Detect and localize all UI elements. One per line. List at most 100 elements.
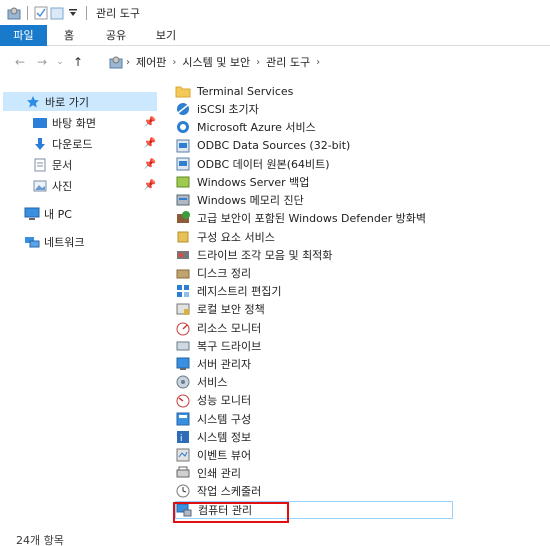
- list-item-label: 리소스 모니터: [197, 321, 262, 335]
- component-services-icon: [175, 229, 191, 245]
- tab-share[interactable]: 공유: [91, 25, 141, 46]
- memory-diagnostic-icon: [175, 192, 191, 208]
- pin-icon: 📌: [143, 117, 156, 128]
- registry-editor-icon: [175, 283, 191, 299]
- list-item[interactable]: 드라이브 조각 모음 및 최적화: [175, 246, 453, 264]
- tab-view[interactable]: 보기: [141, 25, 191, 46]
- network-icon: [24, 234, 40, 250]
- breadcrumb-separator-icon[interactable]: ›: [126, 57, 130, 68]
- forward-arrow-icon[interactable]: →: [31, 51, 53, 73]
- folder-icon: [175, 83, 191, 99]
- performance-monitor-icon: [175, 392, 191, 408]
- list-item-label: 인쇄 관리: [197, 467, 241, 481]
- control-panel-icon: [108, 54, 124, 70]
- list-item[interactable]: 인쇄 관리: [175, 464, 453, 482]
- pin-icon: 📌: [143, 180, 156, 191]
- nav-this-pc[interactable]: 내 PC: [24, 204, 156, 223]
- list-item[interactable]: Windows 메모리 진단: [175, 191, 453, 209]
- local-security-policy-icon: [175, 301, 191, 317]
- nav-downloads[interactable]: 다운로드 📌: [32, 134, 156, 153]
- list-item[interactable]: Windows Server 백업: [175, 173, 453, 191]
- list-item[interactable]: 서비스: [175, 373, 453, 391]
- odbc-icon: [175, 138, 191, 154]
- window-title: 관리 도구: [96, 6, 140, 20]
- nav-network[interactable]: 네트워크: [24, 232, 156, 251]
- list-item-label: iSCSI 초기자: [197, 103, 259, 117]
- list-item[interactable]: 서버 관리자: [175, 355, 453, 373]
- breadcrumb-system-security[interactable]: 시스템 및 보안: [182, 54, 250, 70]
- azure-services-icon: [175, 119, 191, 135]
- highlight-annotation: [173, 502, 289, 523]
- server-backup-icon: [175, 174, 191, 190]
- iscsi-icon: [175, 101, 191, 117]
- list-item[interactable]: 로컬 보안 정책: [175, 300, 453, 318]
- download-arrow-icon: [32, 136, 48, 152]
- back-arrow-icon[interactable]: ←: [9, 51, 31, 73]
- list-item-label: Windows 메모리 진단: [197, 194, 304, 208]
- breadcrumb-separator-icon[interactable]: ›: [172, 57, 176, 68]
- list-item[interactable]: 구성 요소 서비스: [175, 228, 453, 246]
- list-item[interactable]: Terminal Services: [175, 82, 453, 100]
- breadcrumb-separator-icon[interactable]: ›: [256, 57, 260, 68]
- status-item-count: 24개 항목: [16, 534, 64, 546]
- list-item-label: 작업 스케줄러: [197, 485, 262, 499]
- pin-icon: 📌: [143, 138, 156, 149]
- list-item-label: 고급 보안이 포함된 Windows Defender 방화벽: [197, 212, 427, 226]
- list-item[interactable]: iSCSI 초기자: [175, 100, 453, 118]
- nav-pictures[interactable]: 사진 📌: [32, 176, 156, 195]
- separator: [27, 5, 28, 20]
- nav-this-pc-label: 내 PC: [44, 207, 72, 221]
- nav-quick-access[interactable]: 바로 가기: [3, 92, 157, 111]
- tab-home[interactable]: 홈: [47, 25, 91, 46]
- nav-documents[interactable]: 문서 📌: [32, 155, 156, 174]
- list-item[interactable]: 리소스 모니터: [175, 319, 453, 337]
- list-item-label: Microsoft Azure 서비스: [197, 121, 316, 135]
- print-management-icon: [175, 465, 191, 481]
- nav-pictures-label: 사진: [52, 179, 73, 193]
- recent-chevron-icon[interactable]: ⌄: [53, 51, 67, 73]
- tab-file[interactable]: 파일: [0, 25, 47, 46]
- separator: [86, 5, 87, 20]
- list-item[interactable]: 이벤트 뷰어: [175, 446, 453, 464]
- new-folder-icon[interactable]: [49, 5, 65, 21]
- list-item[interactable]: ODBC 데이터 원본(64비트): [175, 155, 453, 173]
- list-item-label: Terminal Services: [197, 84, 294, 98]
- address-bar[interactable]: › 제어판 › 시스템 및 보안 › 관리 도구 ›: [108, 50, 550, 74]
- resource-monitor-icon: [175, 320, 191, 336]
- defrag-icon: [175, 247, 191, 263]
- breadcrumb-admin-tools[interactable]: 관리 도구: [266, 54, 310, 70]
- list-item-label: 구성 요소 서비스: [197, 230, 275, 244]
- list-item[interactable]: 디스크 정리: [175, 264, 453, 282]
- list-item[interactable]: 고급 보안이 포함된 Windows Defender 방화벽: [175, 209, 453, 227]
- list-item[interactable]: 시스템 구성: [175, 410, 453, 428]
- list-item[interactable]: 복구 드라이브: [175, 337, 453, 355]
- list-item[interactable]: ODBC Data Sources (32-bit): [175, 137, 453, 155]
- properties-icon[interactable]: [33, 5, 49, 21]
- document-icon: [32, 157, 48, 173]
- svg-text:i: i: [180, 434, 183, 444]
- breadcrumb-separator-icon[interactable]: ›: [316, 57, 320, 68]
- admin-tools-icon: [6, 5, 22, 21]
- breadcrumb-control-panel[interactable]: 제어판: [136, 54, 166, 70]
- picture-icon: [32, 178, 48, 194]
- list-item-label: ODBC Data Sources (32-bit): [197, 139, 351, 153]
- chevron-down-icon[interactable]: [65, 5, 81, 21]
- pin-icon: 📌: [143, 159, 156, 170]
- list-item[interactable]: 레지스트리 편집기: [175, 282, 453, 300]
- list-item-label: Windows Server 백업: [197, 176, 310, 189]
- odbc-icon: [175, 156, 191, 172]
- list-item-label: 서버 관리자: [197, 358, 252, 371]
- recovery-drive-icon: [175, 338, 191, 354]
- computer-icon: [24, 206, 40, 222]
- nav-desktop[interactable]: 바탕 화면 📌: [32, 113, 156, 132]
- list-item[interactable]: 작업 스케줄러: [175, 482, 453, 500]
- event-viewer-icon: [175, 447, 191, 463]
- navigation-pane: 바로 가기 바탕 화면 📌 다운로드 📌 문서 📌 사진 📌 내 PC 네트워크: [0, 92, 160, 272]
- list-item-label: 서비스: [197, 376, 228, 390]
- list-item-label: 시스템 정보: [197, 430, 252, 444]
- list-item[interactable]: Microsoft Azure 서비스: [175, 118, 453, 136]
- list-item[interactable]: 성능 모니터: [175, 391, 453, 409]
- up-arrow-icon[interactable]: ↑: [67, 51, 89, 73]
- list-item[interactable]: i 시스템 정보: [175, 428, 453, 446]
- system-information-icon: i: [175, 429, 191, 445]
